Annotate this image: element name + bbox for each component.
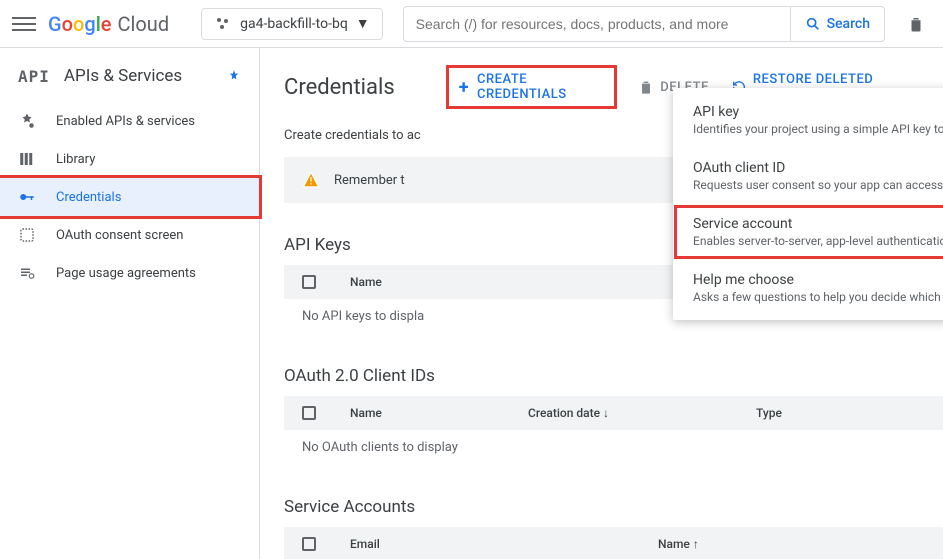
sidebar-title: APIs & Services <box>64 66 182 86</box>
oauth-empty: No OAuth clients to display <box>284 430 943 465</box>
agreements-icon <box>18 264 38 282</box>
col-type[interactable]: Type <box>756 406 836 420</box>
service-table-header: Email Name ↑ <box>284 527 943 559</box>
sidebar-item-label: Enabled APIs & services <box>56 114 195 129</box>
col-name[interactable]: Name <box>350 406 500 420</box>
api-icon: API <box>18 67 50 86</box>
sidebar-item-credentials[interactable]: Credentials <box>0 178 259 216</box>
sidebar-header: API APIs & Services <box>0 60 259 102</box>
dropdown-item-title: API key <box>693 104 943 120</box>
select-all-checkbox[interactable] <box>302 406 316 420</box>
select-all-checkbox[interactable] <box>302 275 316 289</box>
library-icon <box>18 150 38 168</box>
sidebar: API APIs & Services Enabled APIs & servi… <box>0 48 260 559</box>
topbar-delete-icon[interactable] <box>907 15 931 33</box>
sidebar-item-label: Page usage agreements <box>56 266 196 281</box>
create-credentials-dropdown: API key Identifies your project using a … <box>673 88 943 320</box>
logo-cloud-text: Cloud <box>118 12 170 36</box>
dropdown-item-subtitle: Enables server-to-server, app-level auth… <box>693 234 943 248</box>
main-content: Credentials + CREATE CREDENTIALS DELETE … <box>260 48 943 559</box>
col-creation-date[interactable]: Creation date ↓ <box>528 406 728 420</box>
project-name: ga4-backfill-to-bq <box>240 16 348 32</box>
consent-icon <box>18 226 38 244</box>
plus-icon: + <box>459 77 469 98</box>
sort-desc-icon: ↓ <box>603 406 609 420</box>
page-title: Credentials <box>284 75 395 100</box>
sidebar-item-label: Library <box>56 152 95 167</box>
search-button-label: Search <box>827 16 870 32</box>
trash-icon <box>638 79 654 95</box>
search-bar: Search <box>403 6 885 42</box>
top-bar: Google Cloud ga4-backfill-to-bq ▼ Search <box>0 0 943 48</box>
select-all-checkbox[interactable] <box>302 537 316 551</box>
col-name[interactable]: Name ↑ <box>658 537 699 551</box>
sort-asc-icon: ↑ <box>693 537 699 551</box>
pin-icon[interactable] <box>227 69 241 83</box>
menu-icon[interactable] <box>12 12 36 36</box>
oauth-table-header: Name Creation date ↓ Type <box>284 396 943 430</box>
search-button[interactable]: Search <box>790 7 884 41</box>
project-picker[interactable]: ga4-backfill-to-bq ▼ <box>201 8 383 40</box>
alert-text: Remember t <box>334 173 405 188</box>
search-icon <box>805 16 821 32</box>
col-name: Name <box>350 275 500 289</box>
section-service-accounts-title: Service Accounts <box>284 497 943 517</box>
dropdown-item-title: Service account <box>693 216 943 232</box>
sidebar-item-library[interactable]: Library <box>0 140 259 178</box>
col-email[interactable]: Email <box>350 537 630 551</box>
sidebar-item-label: Credentials <box>56 190 121 205</box>
section-oauth-title: OAuth 2.0 Client IDs <box>284 366 943 386</box>
dropdown-item-subtitle: Requests user consent so your app can ac… <box>693 178 943 192</box>
key-icon <box>18 188 38 206</box>
create-credentials-label: CREATE CREDENTIALS <box>477 72 604 102</box>
enabled-apis-icon <box>18 112 38 130</box>
chevron-down-icon: ▼ <box>356 15 370 32</box>
sidebar-item-enabled-apis[interactable]: Enabled APIs & services <box>0 102 259 140</box>
dropdown-item-service-account[interactable]: Service account Enables server-to-server… <box>673 204 943 260</box>
dropdown-item-title: Help me choose <box>693 272 943 288</box>
sidebar-item-label: OAuth consent screen <box>56 228 183 243</box>
warning-icon <box>302 171 320 189</box>
dropdown-item-title: OAuth client ID <box>693 160 943 176</box>
dropdown-item-subtitle: Asks a few questions to help you decide … <box>693 290 943 304</box>
dropdown-item-api-key[interactable]: API key Identifies your project using a … <box>673 92 943 148</box>
search-input[interactable] <box>404 16 790 32</box>
project-icon <box>214 15 232 33</box>
sidebar-item-oauth-consent[interactable]: OAuth consent screen <box>0 216 259 254</box>
google-cloud-logo[interactable]: Google Cloud <box>48 12 169 36</box>
dropdown-item-help-me-choose[interactable]: Help me choose Asks a few questions to h… <box>673 260 943 316</box>
dropdown-item-oauth-client[interactable]: OAuth client ID Requests user consent so… <box>673 148 943 204</box>
sidebar-item-page-usage[interactable]: Page usage agreements <box>0 254 259 292</box>
dropdown-item-subtitle: Identifies your project using a simple A… <box>693 122 943 136</box>
logo-google-text: Google <box>48 12 112 36</box>
create-credentials-button[interactable]: + CREATE CREDENTIALS <box>447 66 617 108</box>
